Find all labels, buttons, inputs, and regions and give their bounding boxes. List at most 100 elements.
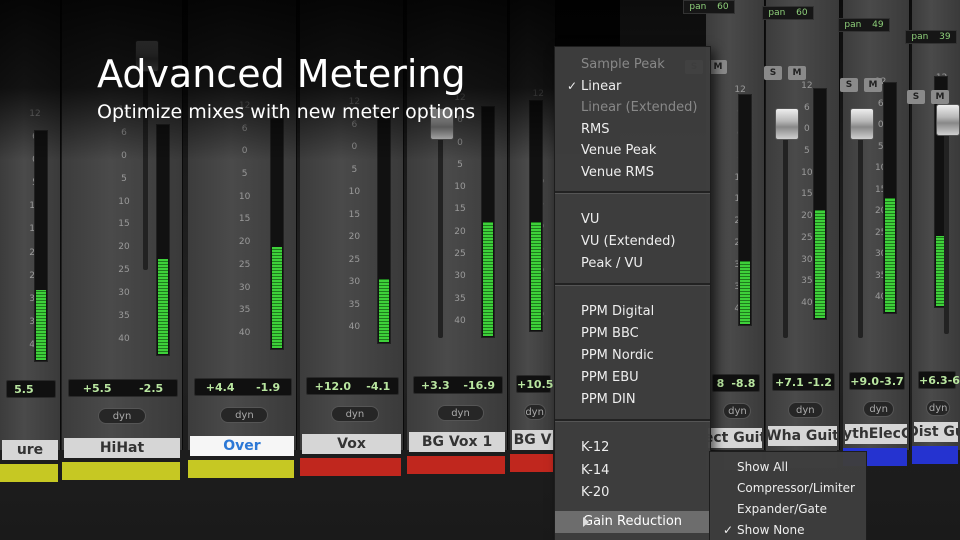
volume-right: -1.9	[256, 380, 281, 394]
solo-button[interactable]: S	[907, 90, 925, 104]
level-meter	[34, 130, 48, 362]
volume-readout: +4.4 -1.9	[194, 378, 292, 396]
submenu-item[interactable]: Compressor/Limiter	[737, 481, 855, 495]
menu-item[interactable]: PPM DIN	[581, 392, 636, 407]
scale-tick: 15	[118, 219, 130, 230]
pan-display[interactable]: pan 60	[762, 6, 814, 20]
volume-left: +9.0	[850, 374, 879, 388]
dyn-button[interactable]: dyn	[220, 407, 269, 423]
menu-item[interactable]: RMS	[581, 122, 610, 137]
volume-right: -4.1	[366, 379, 391, 393]
track-name[interactable]: ect Guit	[708, 428, 762, 448]
pan-value: 49	[872, 20, 884, 30]
track-name[interactable]: Wha Guit	[768, 426, 837, 446]
submenu-item[interactable]: Expander/Gate	[737, 502, 827, 516]
track-name[interactable]: BG V	[512, 430, 553, 450]
scale-tick: 10	[454, 182, 466, 193]
meter-level-fill	[531, 222, 541, 330]
menu-item-label: PPM EBU	[581, 370, 639, 385]
volume-readout: +3.3 -16.9	[413, 376, 503, 394]
scale-tick: 40	[348, 322, 361, 332]
menu-item[interactable]: PPM BBC	[581, 326, 639, 341]
menu-item[interactable]: Peak / VU	[581, 256, 643, 271]
volume-right: -8.8	[731, 376, 756, 390]
volume-fader[interactable]	[775, 108, 799, 140]
scale-tick: 25	[454, 249, 466, 260]
track-name[interactable]: Dist Gu	[914, 422, 958, 442]
solo-button[interactable]: S	[840, 78, 858, 92]
track-name[interactable]: HiHat	[64, 438, 180, 458]
volume-fader[interactable]	[850, 108, 874, 140]
menu-item-label: Venue Peak	[581, 143, 657, 158]
scale-tick: 15	[454, 204, 466, 215]
pan-label: pan	[768, 8, 786, 18]
scale-tick: 40	[118, 333, 130, 344]
menu-separator	[555, 283, 710, 286]
menu-item[interactable]: PPM Digital	[581, 304, 654, 319]
menu-item[interactable]: VU	[581, 212, 599, 227]
meter-level-fill	[815, 210, 825, 318]
scale-tick: 20	[118, 242, 130, 253]
menu-item-label: Linear	[581, 78, 622, 94]
mute-button[interactable]: M	[788, 66, 806, 80]
menu-item[interactable]: Venue Peak	[581, 143, 656, 158]
menu-item-label: K-20	[581, 485, 610, 500]
pan-display[interactable]: pan 39	[905, 30, 957, 44]
track-name[interactable]: RythElecGt	[845, 424, 907, 444]
menu-item[interactable]: Linear (Extended)	[581, 100, 697, 115]
pan-label: pan	[911, 32, 929, 42]
volume-readout: +5.5 -2.5	[68, 379, 178, 397]
menu-item-label: Peak / VU	[581, 256, 643, 271]
meter-type-menu: Sample Peak ✓ Linear Linear (Extended) RMS Ve…	[554, 46, 711, 540]
pan-display[interactable]: pan 60	[683, 0, 735, 14]
dyn-button[interactable]: dyn	[437, 405, 484, 421]
meter-level-fill	[36, 290, 46, 360]
scale-tick: 40	[454, 315, 466, 326]
gain-reduction-submenu: Show All Compressor/Limiter Expander/Gate ✓…	[709, 451, 867, 540]
track-name[interactable]: Over	[190, 436, 294, 456]
menu-item[interactable]: K-14	[581, 463, 609, 478]
menu-item[interactable]: K-12	[581, 440, 609, 455]
dyn-button[interactable]: dyn	[862, 401, 895, 417]
volume-left: +6.3	[919, 373, 948, 387]
menu-item[interactable]: PPM Nordic	[581, 348, 654, 363]
meter-level-fill	[272, 246, 282, 348]
menu-item[interactable]: Venue RMS	[581, 165, 654, 180]
mute-button[interactable]: M	[864, 78, 882, 92]
dyn-button[interactable]: dyn	[787, 402, 823, 418]
track-name[interactable]: BG Vox 1	[409, 432, 505, 452]
solo-button[interactable]: S	[764, 66, 782, 80]
menu-separator	[555, 191, 710, 194]
track-color-bar	[300, 458, 401, 476]
dyn-button[interactable]: dyn	[98, 408, 146, 424]
menu-item[interactable]: PPM EBU	[581, 370, 639, 385]
submenu-item[interactable]: Show All	[737, 460, 788, 474]
menu-item[interactable]: VU (Extended)	[581, 234, 675, 249]
scale-tick: 25	[118, 265, 130, 276]
dyn-button[interactable]: dyn	[330, 406, 379, 422]
volume-left: 5.5	[14, 382, 34, 396]
track-name[interactable]: ure	[2, 440, 58, 460]
submenu-item-label: Compressor/Limiter	[737, 481, 855, 495]
volume-left: +10.5	[517, 377, 554, 391]
menu-separator	[555, 419, 710, 422]
dyn-button[interactable]: dyn	[926, 400, 950, 416]
mute-button[interactable]: M	[709, 60, 727, 74]
dyn-button[interactable]: dyn	[523, 404, 546, 420]
mute-button[interactable]: M	[931, 90, 949, 104]
pan-display[interactable]: pan 49	[838, 18, 890, 32]
gain-reduction-item[interactable]: Gain Reduction	[555, 511, 710, 533]
menu-item[interactable]: ✓ Linear	[567, 78, 622, 94]
dyn-button[interactable]: dyn	[723, 403, 752, 419]
volume-fader[interactable]	[936, 104, 960, 136]
submenu-item[interactable]: ✓ Show None	[723, 523, 805, 537]
menu-item[interactable]: Sample Peak	[581, 57, 665, 72]
track-color-bar	[510, 454, 553, 472]
menu-item-label: VU (Extended)	[581, 234, 676, 249]
fader-track	[858, 108, 863, 338]
scale-tick: 5	[121, 173, 127, 184]
track-name[interactable]: Vox	[302, 434, 401, 454]
menu-item-label: PPM Nordic	[581, 348, 654, 363]
menu-item[interactable]: K-20	[581, 485, 609, 500]
volume-left: +5.5	[82, 381, 112, 395]
